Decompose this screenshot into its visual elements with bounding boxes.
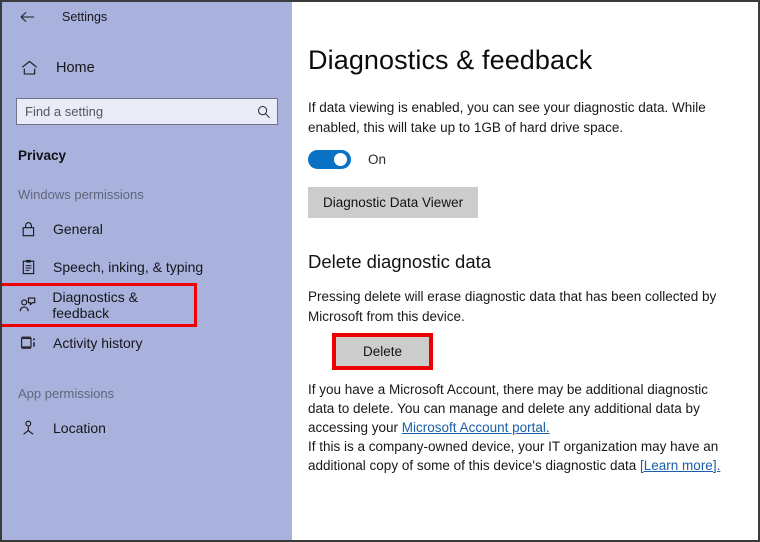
settings-window: Settings Home Privacy Windows permission… (0, 0, 760, 542)
sidebar-item-speech-inking-typing-label: Speech, inking, & typing (53, 259, 204, 275)
sidebar-item-location-label: Location (53, 420, 106, 436)
search-icon[interactable] (251, 105, 277, 119)
sidebar-item-general-label: General (53, 221, 103, 237)
company-device-paragraph: If this is a company-owned device, your … (308, 437, 722, 475)
sidebar-item-activity-history-label: Activity history (53, 335, 143, 351)
toggle-knob (334, 153, 347, 166)
data-viewing-toggle[interactable] (308, 150, 351, 169)
sidebar-item-general[interactable]: General (2, 210, 292, 248)
sidebar-group-label-windows-permissions: Windows permissions (18, 187, 144, 202)
delete-description: Pressing delete will erase diagnostic da… (308, 289, 717, 324)
sidebar-item-home-label: Home (56, 60, 95, 76)
sidebar-item-home[interactable]: Home (2, 51, 292, 85)
data-viewing-description: If data viewing is enabled, you can see … (308, 100, 706, 135)
title-bar: Settings (2, 2, 292, 32)
sidebar: Settings Home Privacy Windows permission… (2, 2, 292, 540)
data-viewing-toggle-row: On (308, 150, 758, 169)
page-section-title: Privacy (18, 148, 67, 163)
activity-history-icon (18, 335, 38, 351)
sidebar-group-label-app-permissions: App permissions (18, 386, 115, 401)
microsoft-account-paragraph: If you have a Microsoft Account, there m… (308, 380, 722, 437)
clipboard-pen-icon (18, 259, 38, 275)
back-arrow-icon[interactable] (16, 6, 38, 28)
home-icon (18, 60, 40, 76)
sidebar-item-location[interactable]: Location (2, 409, 292, 447)
main-content: Diagnostics & feedback If data viewing i… (292, 2, 758, 540)
window-title: Settings (62, 10, 108, 24)
sidebar-item-speech-inking-typing[interactable]: Speech, inking, & typing (2, 248, 292, 286)
person-feedback-icon (18, 297, 37, 313)
lock-icon (18, 221, 38, 237)
delete-diagnostic-data-heading: Delete diagnostic data (308, 251, 492, 272)
learn-more-link[interactable]: [Learn more]. (640, 458, 720, 473)
sidebar-item-diagnostics-feedback[interactable]: Diagnostics & feedback (2, 283, 197, 327)
diagnostic-data-viewer-button[interactable]: Diagnostic Data Viewer (308, 187, 479, 218)
location-pin-icon (18, 420, 38, 436)
sidebar-item-activity-history[interactable]: Activity history (2, 324, 292, 362)
sidebar-item-diagnostics-feedback-label: Diagnostics & feedback (52, 289, 138, 321)
delete-button[interactable]: Delete (331, 333, 434, 370)
search-box[interactable] (16, 98, 278, 125)
data-viewing-toggle-label: On (368, 152, 387, 167)
microsoft-account-portal-link[interactable]: Microsoft Account portal. (402, 420, 550, 435)
page-title: Diagnostics & feedback (308, 45, 593, 75)
search-input[interactable] (17, 104, 251, 119)
